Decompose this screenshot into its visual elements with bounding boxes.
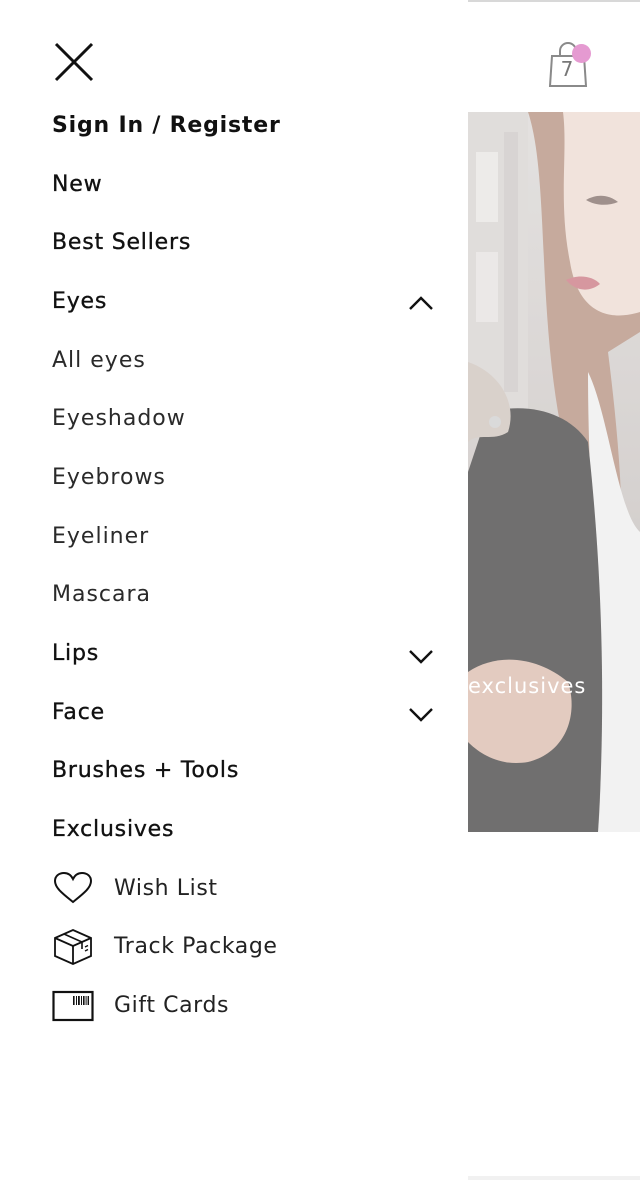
hero-caption: exclusives — [468, 674, 587, 698]
menu-item-face[interactable]: Face — [52, 683, 440, 742]
submenu-item-eyeshadow[interactable]: Eyeshadow — [52, 389, 440, 448]
menu-item-label: New — [52, 171, 103, 197]
background-page: 7 exclusives — [468, 0, 640, 1180]
navigation-drawer: Sign In / Register New Best Sellers Eyes… — [0, 0, 468, 1180]
package-icon — [52, 928, 94, 966]
menu-item-label: Face — [52, 699, 105, 725]
hero-overlay — [468, 112, 640, 832]
menu-item-eyes[interactable]: Eyes — [52, 272, 440, 331]
sign-in-register-label: Sign In / Register — [52, 112, 281, 138]
menu-item-lips[interactable]: Lips — [52, 624, 440, 683]
menu-item-label: Best Sellers — [52, 230, 192, 256]
submenu-item-label: Mascara — [52, 582, 152, 608]
utility-item-gift-cards[interactable]: Gift Cards — [52, 976, 440, 1035]
submenu-item-eyebrows[interactable]: Eyebrows — [52, 448, 440, 507]
utility-item-label: Gift Cards — [114, 993, 230, 1019]
sign-in-register-link[interactable]: Sign In / Register — [52, 96, 440, 155]
chevron-down-icon[interactable] — [408, 648, 434, 664]
menu-item-new[interactable]: New — [52, 155, 440, 214]
gift-card-icon — [52, 987, 94, 1025]
submenu-item-mascara[interactable]: Mascara — [52, 566, 440, 625]
utility-item-label: Track Package — [114, 934, 278, 960]
chevron-down-icon[interactable] — [408, 706, 434, 722]
header-divider — [468, 0, 640, 2]
heart-icon — [52, 869, 94, 907]
cart-notification-dot — [572, 44, 591, 63]
utility-item-track-package[interactable]: Track Package — [52, 918, 440, 977]
bottom-divider — [468, 1176, 640, 1180]
submenu-item-label: Eyeliner — [52, 523, 150, 549]
utility-item-wish-list[interactable]: Wish List — [52, 859, 440, 918]
chevron-up-icon[interactable] — [408, 295, 434, 311]
hero-banner[interactable]: exclusives — [468, 112, 640, 832]
menu-item-label: Eyes — [52, 288, 108, 314]
utility-item-label: Wish List — [114, 875, 218, 901]
menu-item-exclusives[interactable]: Exclusives — [52, 800, 440, 859]
menu-item-brushes-tools[interactable]: Brushes + Tools — [52, 742, 440, 801]
menu-item-label: Brushes + Tools — [52, 758, 240, 784]
menu-item-best-sellers[interactable]: Best Sellers — [52, 213, 440, 272]
submenu-item-eyeliner[interactable]: Eyeliner — [52, 507, 440, 566]
menu-item-label: Lips — [52, 641, 99, 667]
close-icon — [54, 42, 94, 82]
submenu-item-all-eyes[interactable]: All eyes — [52, 331, 440, 390]
submenu-item-label: Eyeshadow — [52, 406, 186, 432]
cart-button[interactable]: 7 — [548, 42, 591, 88]
menu-list: Sign In / Register New Best Sellers Eyes… — [52, 96, 440, 1035]
submenu-item-label: All eyes — [52, 347, 146, 373]
menu-item-label: Exclusives — [52, 817, 175, 843]
close-button[interactable] — [52, 40, 96, 84]
submenu-item-label: Eyebrows — [52, 464, 166, 490]
